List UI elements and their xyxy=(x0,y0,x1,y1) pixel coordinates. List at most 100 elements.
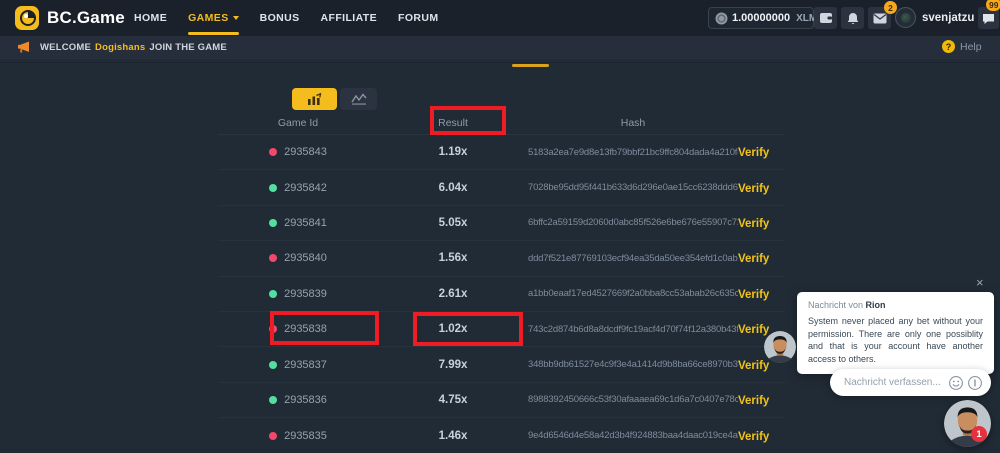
table-row: 2935839 2.61x a1bb0eaaf17ed4527669f2a0bb… xyxy=(218,277,785,312)
help-button[interactable]: ? Help xyxy=(942,40,982,53)
table-row: 2935836 4.75x 8988392450666c53f30afaaaea… xyxy=(218,383,785,418)
nav-item-games[interactable]: GAMES xyxy=(188,0,239,36)
chat-message-text: System never placed any bet without your… xyxy=(808,315,983,365)
chevron-down-icon xyxy=(233,16,239,20)
chat-sender-name: Rion xyxy=(866,300,886,310)
game-id-cell: 2935839 xyxy=(218,288,378,300)
header-game-id: Game Id xyxy=(218,117,378,129)
hash-value: a1bb0eaaf17ed4527669f2a0bba8cc53abab26c6… xyxy=(528,288,738,299)
nav-item-home[interactable]: HOME xyxy=(134,0,167,36)
my-bets-toggle[interactable] xyxy=(292,88,337,110)
chat-message-input[interactable] xyxy=(842,376,948,389)
game-id-cell: 2935840 xyxy=(218,252,378,264)
help-label: Help xyxy=(960,41,982,53)
chat-input-bar xyxy=(830,369,991,396)
bar-chart-icon xyxy=(306,93,323,106)
top-nav: BC.Game HOME GAMES BONUS AFFILIATE FORUM… xyxy=(0,0,1000,36)
hash-value: 7028be95dd95f441b633d6d296e0ae15cc6238dd… xyxy=(528,182,738,193)
table-row: 2935837 7.99x 348bb9db61527e4c9f3e4a1414… xyxy=(218,347,785,382)
chat-bubble-icon xyxy=(982,12,995,25)
verify-link[interactable]: Verify xyxy=(738,431,769,443)
wallet-button[interactable] xyxy=(814,7,837,29)
hash-value: 8988392450666c53f30afaaaea69c1d6a7c0407e… xyxy=(528,394,738,405)
nav-item-bonus[interactable]: BONUS xyxy=(260,0,300,36)
table-row: 2935840 1.56x ddd7f521e87769103ecf94ea35… xyxy=(218,241,785,276)
game-id: 2935836 xyxy=(284,394,327,406)
chat-close-icon[interactable]: × xyxy=(976,276,984,289)
header-hash: Hash xyxy=(528,117,738,129)
welcome-suffix: JOIN THE GAME xyxy=(149,42,227,53)
user-avatar xyxy=(895,7,916,28)
result-value: 1.19x xyxy=(378,146,528,158)
result-value: 2.61x xyxy=(378,288,528,300)
hash-value: ddd7f521e87769103ecf94ea35da50ee354efd1c… xyxy=(528,253,738,264)
line-chart-icon xyxy=(351,93,367,105)
chat-sender-avatar[interactable] xyxy=(764,331,796,363)
bell-icon xyxy=(847,12,859,25)
verify-link[interactable]: Verify xyxy=(738,324,769,336)
annotation-box-result-header xyxy=(430,106,506,135)
bc-game-logo-icon xyxy=(14,5,40,31)
content-divider xyxy=(0,62,1000,63)
result-value: 4.75x xyxy=(378,394,528,406)
status-dot xyxy=(269,148,277,156)
mail-badge: 2 xyxy=(884,1,897,14)
info-icon[interactable] xyxy=(967,375,983,391)
game-id: 2935843 xyxy=(284,146,327,158)
welcome-label: WELCOME xyxy=(40,42,91,53)
verify-link[interactable]: Verify xyxy=(738,253,769,265)
hash-value: 6bffc2a59159d2060d0abc85f526e6be676e5590… xyxy=(528,217,738,228)
verify-link[interactable]: Verify xyxy=(738,218,769,230)
status-dot xyxy=(269,361,277,369)
table-row: 2935842 6.04x 7028be95dd95f441b633d6d296… xyxy=(218,170,785,205)
hash-value: 348bb9db61527e4c9f3e4a1414d9b8ba66ce8970… xyxy=(528,359,738,370)
unread-messages-badge: 1 xyxy=(971,426,987,442)
nav-item-label: AFFILIATE xyxy=(321,12,377,24)
emoji-icon[interactable] xyxy=(948,375,964,391)
nav-item-label: BONUS xyxy=(260,12,300,24)
status-dot xyxy=(269,396,277,404)
trends-toggle[interactable] xyxy=(340,88,377,110)
status-dot xyxy=(269,219,277,227)
verify-link[interactable]: Verify xyxy=(738,395,769,407)
game-id-cell: 2935841 xyxy=(218,217,378,229)
hash-value: 5183a2ea7e9d8e13fb79bbf21bc9ffc804dada4a… xyxy=(528,147,738,158)
wallet-icon xyxy=(819,12,833,24)
main-nav: HOME GAMES BONUS AFFILIATE FORUM xyxy=(134,0,439,36)
result-value: 5.05x xyxy=(378,217,528,229)
coin-icon xyxy=(715,12,728,25)
game-id: 2935837 xyxy=(284,359,327,371)
brand-logo[interactable]: BC.Game xyxy=(14,5,125,31)
verify-link[interactable]: Verify xyxy=(738,147,769,159)
brand-name: BC.Game xyxy=(47,8,125,28)
notifications-button[interactable] xyxy=(841,7,864,29)
game-id: 2935835 xyxy=(284,430,327,442)
annotation-box-game-id xyxy=(270,311,379,345)
table-row: 2935841 5.05x 6bffc2a59159d2060d0abc85f5… xyxy=(218,206,785,241)
nav-item-forum[interactable]: FORUM xyxy=(398,0,439,36)
verify-link[interactable]: Verify xyxy=(738,289,769,301)
game-id-cell: 2935835 xyxy=(218,430,378,442)
nav-item-label: FORUM xyxy=(398,12,439,24)
balance-selector[interactable]: 1.00000000 XLM xyxy=(708,7,814,29)
status-dot xyxy=(269,432,277,440)
table-row: 2935835 1.46x 9e4d6546d4e58a42d3b4f92488… xyxy=(218,418,785,453)
status-dot xyxy=(269,254,277,262)
bc-game-screen: BC.Game HOME GAMES BONUS AFFILIATE FORUM… xyxy=(0,0,1000,453)
chat-message-header: Nachricht von Rion xyxy=(808,300,983,310)
user-menu[interactable]: svenjatzu xyxy=(895,7,990,28)
hash-value: 743c2d874b6d8a8dcdf9fc19acf4d70f74f12a38… xyxy=(528,324,738,335)
game-id: 2935839 xyxy=(284,288,327,300)
game-id: 2935841 xyxy=(284,217,327,229)
verify-link[interactable]: Verify xyxy=(738,183,769,195)
annotation-box-result-value xyxy=(413,312,523,346)
game-id-cell: 2935842 xyxy=(218,182,378,194)
welcome-username: Dogishans xyxy=(95,42,145,53)
username: svenjatzu xyxy=(922,12,974,24)
game-id-cell: 2935843 xyxy=(218,146,378,158)
nav-item-affiliate[interactable]: AFFILIATE xyxy=(321,0,377,36)
verify-link[interactable]: Verify xyxy=(738,360,769,372)
nav-item-label: HOME xyxy=(134,12,167,24)
chat-message-bubble: Nachricht von Rion System never placed a… xyxy=(797,292,994,374)
announcement-text: WELCOME Dogishans JOIN THE GAME xyxy=(40,42,227,53)
